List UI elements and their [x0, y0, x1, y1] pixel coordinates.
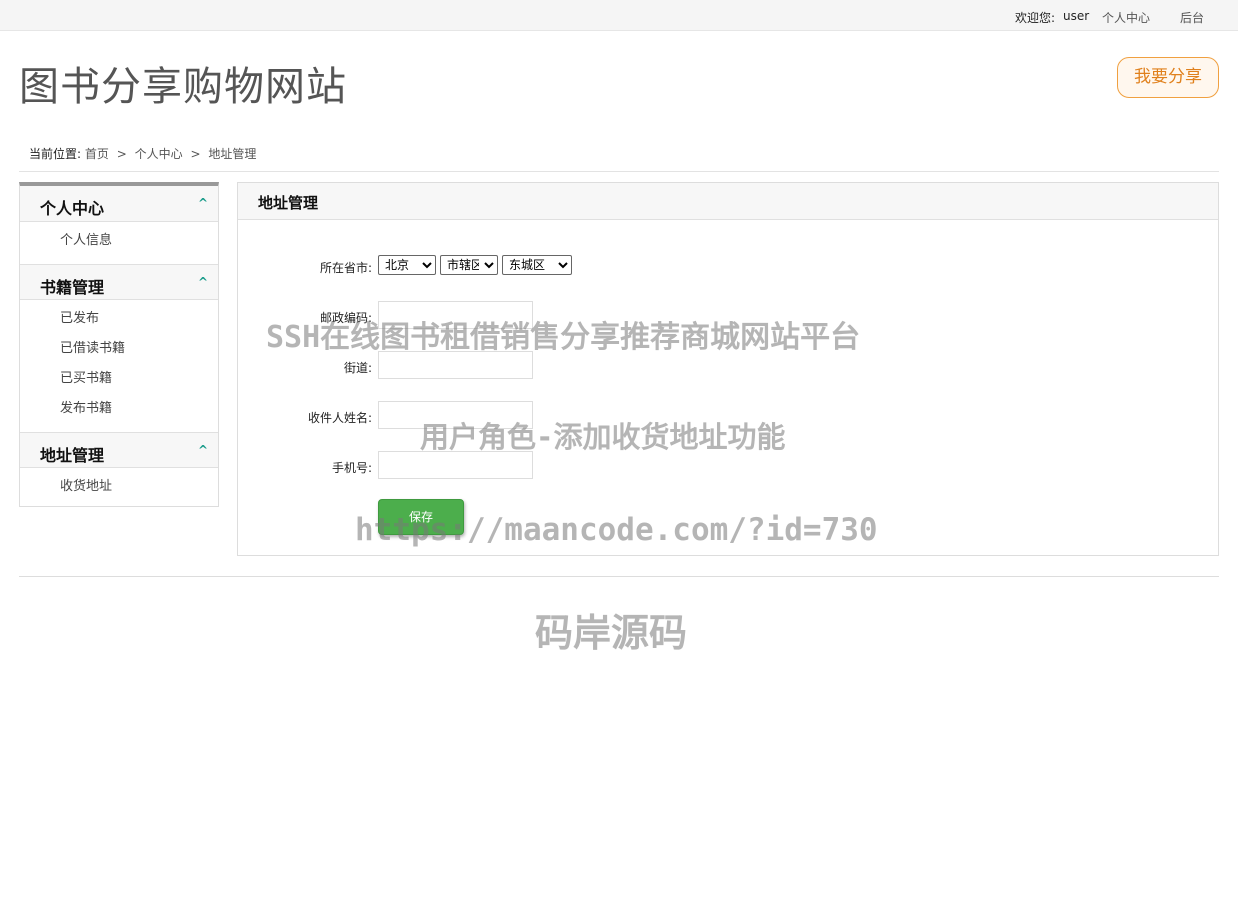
sidebar: 个人中心 ^ 个人信息 书籍管理 ^ 已发布 已借读书籍 已买书籍 发布书籍 地… — [19, 182, 219, 507]
address-panel: 地址管理 所在省市: 北京 市辖区 东城区 邮政编码: 街道: 收件人姓名: 手… — [237, 182, 1219, 556]
sidebar-section-title: 个人中心 — [40, 199, 105, 218]
breadcrumb: 当前位置: 首页 > 个人中心 > 地址管理 — [29, 145, 256, 162]
divider — [19, 171, 1219, 172]
chevron-up-icon[interactable]: ^ — [198, 196, 208, 210]
site-title: 图书分享购物网站 — [19, 64, 347, 110]
username: user — [1063, 9, 1090, 23]
phone-label: 手机号: — [331, 461, 372, 475]
sidebar-item-profile[interactable]: 个人信息 — [20, 226, 218, 256]
sidebar-item-published[interactable]: 已发布 — [20, 304, 218, 334]
footer-divider — [19, 576, 1219, 577]
sidebar-item-shipping-address[interactable]: 收货地址 — [20, 472, 218, 502]
share-button[interactable]: 我要分享 — [1117, 57, 1219, 98]
top-bar: 欢迎您: user 个人中心 后台 — [0, 0, 1238, 31]
district-select[interactable]: 东城区 — [502, 255, 572, 275]
province-select[interactable]: 北京 — [378, 255, 436, 275]
street-label: 街道: — [343, 361, 372, 375]
sidebar-section-title: 地址管理 — [40, 446, 105, 465]
watermark-url: https://maancode.com/?id=730 — [355, 512, 878, 548]
chevron-up-icon[interactable]: ^ — [198, 443, 208, 457]
sidebar-section-books[interactable]: 书籍管理 ^ — [20, 264, 218, 300]
panel-title: 地址管理 — [258, 194, 319, 212]
breadcrumb-separator: > — [190, 147, 201, 161]
backend-link[interactable]: 后台 — [1180, 9, 1204, 26]
breadcrumb-separator: > — [116, 147, 127, 161]
sidebar-section-address[interactable]: 地址管理 ^ — [20, 432, 218, 468]
personal-center-link[interactable]: 个人中心 — [1102, 9, 1150, 26]
breadcrumb-address[interactable]: 地址管理 — [208, 147, 256, 161]
welcome-text: 欢迎您: — [1015, 11, 1056, 25]
chevron-up-icon[interactable]: ^ — [198, 275, 208, 289]
breadcrumb-label: 当前位置: — [29, 147, 82, 161]
sidebar-item-borrowed[interactable]: 已借读书籍 — [20, 334, 218, 364]
sidebar-item-bought[interactable]: 已买书籍 — [20, 364, 218, 394]
recipient-label: 收件人姓名: — [307, 411, 372, 425]
sidebar-section-title: 书籍管理 — [40, 278, 105, 297]
breadcrumb-personal-center[interactable]: 个人中心 — [135, 147, 183, 161]
region-label: 所在省市: — [319, 261, 372, 275]
city-select[interactable]: 市辖区 — [440, 255, 498, 275]
panel-header: 地址管理 — [238, 183, 1218, 220]
watermark-title: SSH在线图书租借销售分享推荐商城网站平台 — [266, 320, 861, 355]
sidebar-section-personal[interactable]: 个人中心 ^ — [20, 186, 218, 222]
breadcrumb-home[interactable]: 首页 — [85, 147, 109, 161]
watermark-subtitle: 用户角色-添加收货地址功能 — [420, 420, 786, 454]
sidebar-item-publish-book[interactable]: 发布书籍 — [20, 394, 218, 424]
watermark-brand: 码岸源码 — [535, 611, 688, 655]
